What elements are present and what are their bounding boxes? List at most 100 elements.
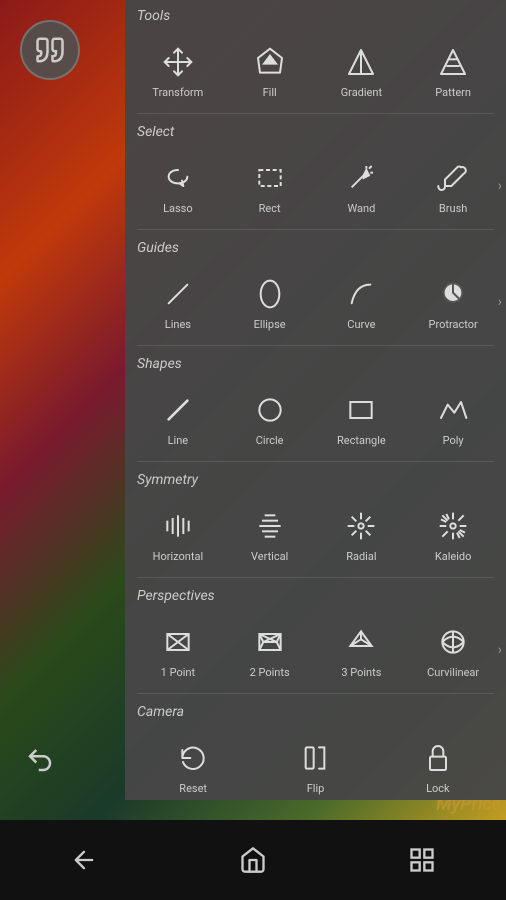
tool-line[interactable]: Line [133, 380, 223, 455]
flip-label: Flip [307, 782, 325, 795]
tool-transform[interactable]: Transform [133, 32, 223, 107]
pattern-label: Pattern [435, 86, 471, 99]
tool-curve[interactable]: Curve [317, 264, 407, 339]
ellipse-label: Ellipse [254, 318, 286, 331]
fill-icon [248, 40, 292, 84]
3points-label: 3 Points [341, 666, 381, 679]
protractor-icon [431, 272, 475, 316]
tool-reset[interactable]: Reset [133, 728, 253, 800]
reset-label: Reset [179, 782, 207, 795]
lock-icon [416, 736, 460, 780]
line-label: Line [168, 434, 189, 447]
tool-vertical[interactable]: Vertical [225, 496, 315, 571]
tool-brush-select[interactable]: Brush [408, 148, 498, 223]
curve-icon [339, 272, 383, 316]
home-icon [239, 846, 267, 874]
rect-label: Rect [259, 202, 281, 215]
tool-lasso[interactable]: Lasso [133, 148, 223, 223]
tool-flip[interactable]: Flip [255, 728, 375, 800]
tool-radial[interactable]: Radial [317, 496, 407, 571]
wand-label: Wand [347, 202, 375, 215]
section-symmetry: Symmetry [125, 464, 506, 492]
lasso-icon [156, 156, 200, 200]
kaleido-icon [431, 504, 475, 548]
poly-icon [431, 388, 475, 432]
tool-poly[interactable]: Poly [408, 380, 498, 455]
1point-icon [156, 620, 200, 664]
3points-icon [339, 620, 383, 664]
tool-kaleido[interactable]: Kaleido [408, 496, 498, 571]
section-camera: Camera [125, 696, 506, 724]
lines-label: Lines [165, 318, 191, 331]
tool-1point[interactable]: 1 Point [133, 612, 223, 687]
tool-fill[interactable]: Fill [225, 32, 315, 107]
nav-home-button[interactable] [219, 836, 287, 884]
undo-icon [25, 745, 55, 775]
fill-label: Fill [263, 86, 277, 99]
brush-select-label: Brush [439, 202, 467, 215]
lock-label: Lock [426, 782, 450, 795]
perspectives-arrow: › [498, 642, 502, 658]
tool-curvilinear[interactable]: Curvilinear [408, 612, 498, 687]
lasso-label: Lasso [163, 202, 193, 215]
tool-horizontal[interactable]: Horizontal [133, 496, 223, 571]
tool-protractor[interactable]: Protractor [408, 264, 498, 339]
2points-label: 2 Points [250, 666, 290, 679]
curvilinear-label: Curvilinear [427, 666, 479, 679]
tools-menu-panel: Tools Transform Fill Gradient Pattern [125, 0, 506, 800]
tool-lock[interactable]: Lock [378, 728, 498, 800]
circle-label: Circle [256, 434, 284, 447]
gradient-icon [339, 40, 383, 84]
section-select: Select [125, 116, 506, 144]
nav-apps-button[interactable] [388, 836, 456, 884]
shapes-grid: Line Circle Rectangle Poly [125, 376, 506, 459]
back-icon [70, 846, 98, 874]
gradient-label: Gradient [341, 86, 382, 99]
tool-rectangle[interactable]: Rectangle [317, 380, 407, 455]
tool-ellipse[interactable]: Ellipse [225, 264, 315, 339]
2points-icon [248, 620, 292, 664]
pattern-icon [431, 40, 475, 84]
select-grid: Lasso Rect Wand Brush › [125, 144, 506, 227]
perspectives-grid: 1 Point 2 Points [125, 608, 506, 691]
reset-icon [171, 736, 215, 780]
apps-icon [408, 846, 436, 874]
lines-icon [156, 272, 200, 316]
section-perspectives: Perspectives [125, 580, 506, 608]
tool-circle[interactable]: Circle [225, 380, 315, 455]
radial-icon [339, 504, 383, 548]
1point-label: 1 Point [161, 666, 195, 679]
kaleido-label: Kaleido [435, 550, 472, 563]
guides-grid: Lines Ellipse Curve Protractor › [125, 260, 506, 343]
radial-label: Radial [346, 550, 376, 563]
undo-button[interactable] [20, 740, 60, 780]
rectangle-icon [339, 388, 383, 432]
rect-icon [248, 156, 292, 200]
horizontal-icon [156, 504, 200, 548]
bottom-navigation [0, 820, 506, 900]
camera-grid: Reset Flip Lock [125, 724, 506, 800]
ellipse-icon [248, 272, 292, 316]
flip-icon [293, 736, 337, 780]
tool-wand[interactable]: Wand [317, 148, 407, 223]
guides-arrow: › [498, 294, 502, 310]
tool-rect[interactable]: Rect [225, 148, 315, 223]
brush-icon [35, 35, 65, 65]
tool-gradient[interactable]: Gradient [317, 32, 407, 107]
protractor-label: Protractor [429, 318, 478, 331]
transform-label: Transform [152, 86, 203, 99]
curve-label: Curve [347, 318, 375, 331]
select-arrow: › [498, 178, 502, 194]
transform-icon [156, 40, 200, 84]
tools-grid: Transform Fill Gradient Pattern [125, 28, 506, 111]
tool-2points[interactable]: 2 Points [225, 612, 315, 687]
vertical-label: Vertical [251, 550, 288, 563]
tool-lines[interactable]: Lines [133, 264, 223, 339]
tool-3points[interactable]: 3 Points [317, 612, 407, 687]
poly-label: Poly [443, 434, 464, 447]
nav-back-button[interactable] [50, 836, 118, 884]
brush-button[interactable] [20, 20, 80, 80]
section-guides: Guides [125, 232, 506, 260]
section-shapes: Shapes [125, 348, 506, 376]
tool-pattern[interactable]: Pattern [408, 32, 498, 107]
